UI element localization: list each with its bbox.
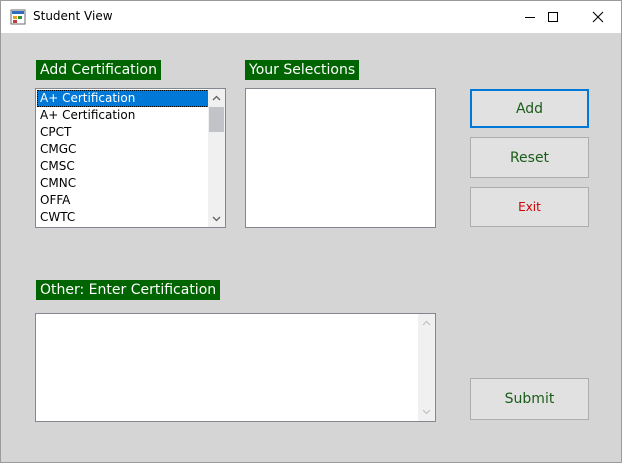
window-title: Student View	[33, 9, 113, 23]
other-certification-label: Other: Enter Certification	[36, 280, 221, 300]
maximize-button[interactable]	[530, 1, 576, 33]
your-selections-label: Your Selections	[245, 60, 360, 80]
close-button[interactable]	[575, 1, 621, 33]
add-certification-label: Add Certification	[36, 60, 161, 80]
close-icon	[592, 11, 604, 23]
list-item[interactable]: A+ Certification	[37, 107, 209, 124]
list-item[interactable]: A+ Certification	[37, 90, 209, 107]
maximize-icon	[548, 12, 558, 22]
scroll-down-button[interactable]	[208, 210, 225, 227]
list-item[interactable]: CPCT	[37, 124, 209, 141]
certification-listbox[interactable]: A+ Certification A+ Certification CPCT CMGC…	[35, 88, 226, 228]
submit-button[interactable]: Submit	[470, 378, 589, 420]
client-area: Add Certification Your Selections Other:…	[1, 33, 621, 462]
selections-listbox[interactable]	[245, 88, 436, 228]
certification-items: A+ Certification A+ Certification CPCT CMGC…	[37, 90, 209, 226]
chevron-up-icon	[422, 320, 431, 326]
title-bar[interactable]: Student View	[1, 1, 621, 33]
app-icon	[10, 9, 26, 25]
chevron-up-icon	[212, 95, 221, 100]
reset-button[interactable]: Reset	[470, 137, 589, 178]
exit-button[interactable]: Exit	[470, 187, 589, 227]
textarea-scrollbar[interactable]	[418, 314, 435, 421]
list-item[interactable]: CMNC	[37, 175, 209, 192]
list-item[interactable]: CMGC	[37, 141, 209, 158]
scroll-thumb[interactable]	[209, 107, 224, 132]
chevron-down-icon	[212, 216, 221, 221]
other-certification-input[interactable]	[35, 313, 436, 422]
list-item[interactable]: CMSC	[37, 158, 209, 175]
list-item[interactable]: OFFA	[37, 192, 209, 209]
student-view-window: Student View Add Certification Your Sele…	[0, 0, 622, 463]
certification-scrollbar[interactable]	[208, 89, 225, 227]
chevron-down-icon	[422, 409, 431, 415]
list-item[interactable]: CWTC	[37, 209, 209, 226]
add-button[interactable]: Add	[470, 89, 589, 128]
scroll-up-button[interactable]	[208, 89, 225, 106]
